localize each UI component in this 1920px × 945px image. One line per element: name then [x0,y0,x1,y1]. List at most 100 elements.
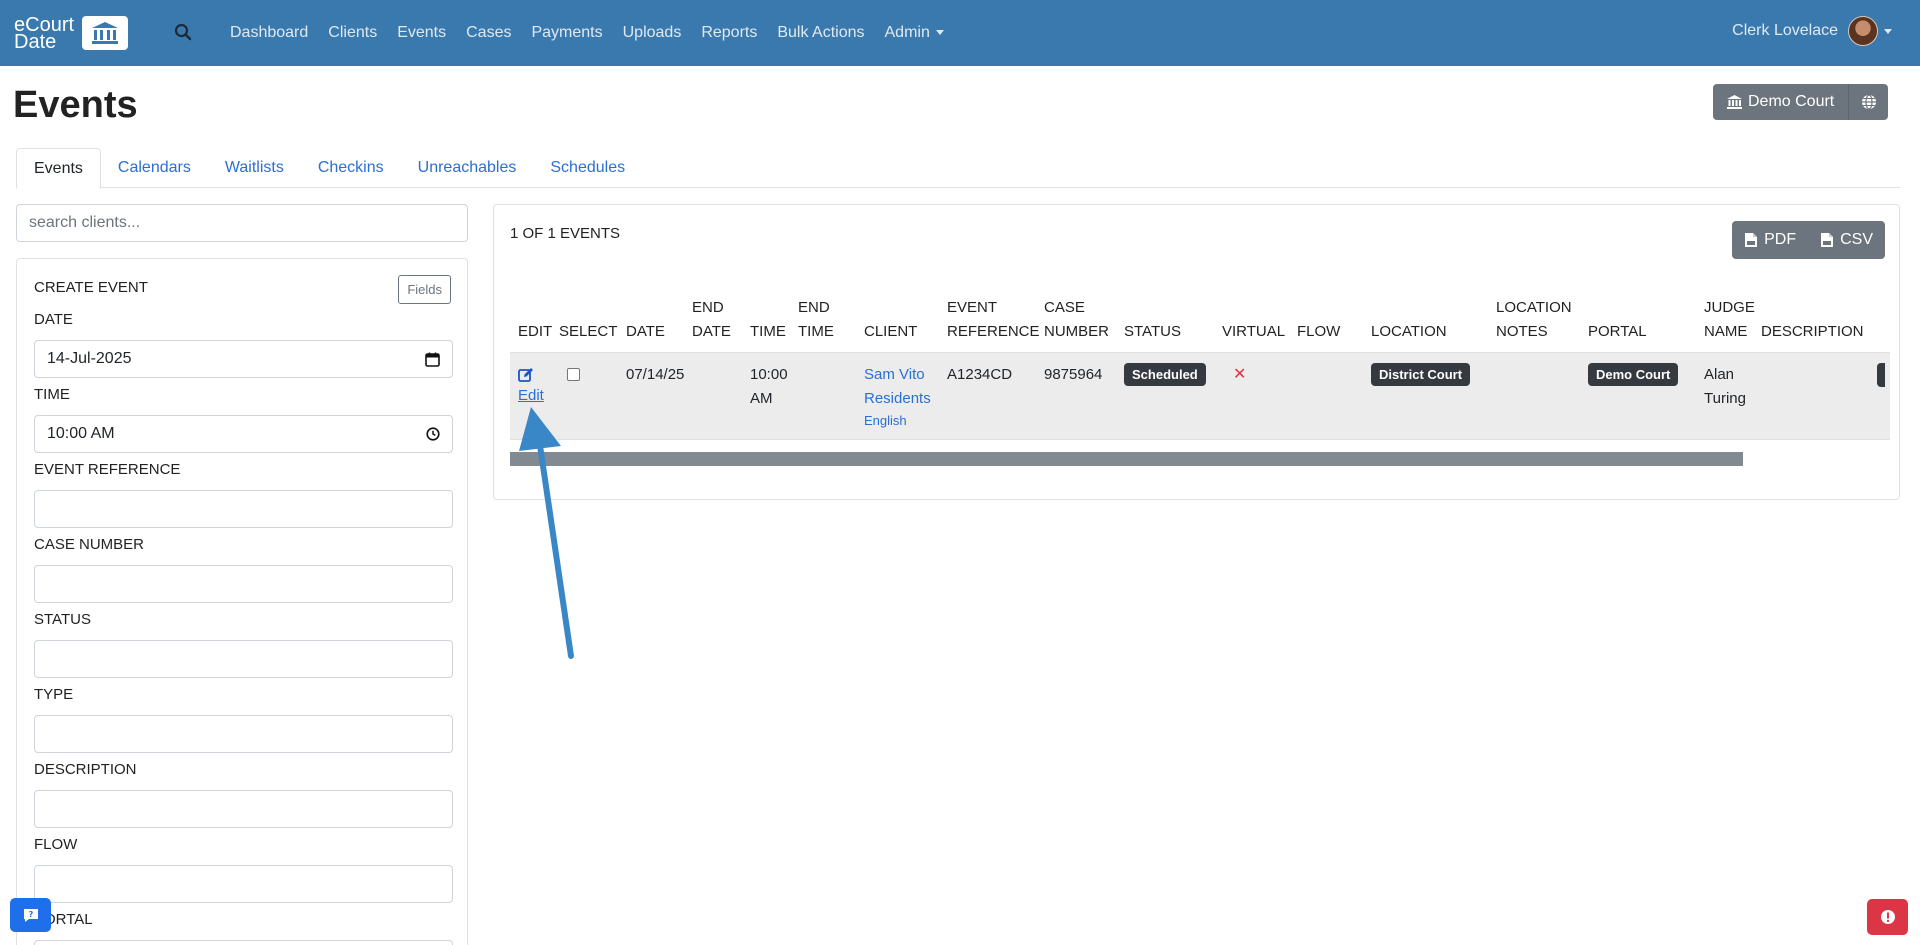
user-name: Clerk Lovelace [1732,22,1838,39]
tab-unreachables[interactable]: Unreachables [401,148,534,188]
search-clients-input[interactable] [16,204,468,242]
export-button-group: PDF CSV [1732,221,1885,259]
user-menu[interactable]: Clerk Lovelace [1732,16,1892,46]
event-reference-cell: A1234CD [947,366,1013,383]
col-end-time: END TIME [798,296,834,344]
brand-line2: Date [14,31,57,53]
export-csv-label: CSV [1840,231,1873,248]
nav-uploads[interactable]: Uploads [623,24,682,42]
col-event-reference: EVENT REFERENCE [947,296,1040,344]
avatar [1848,16,1878,46]
time-label: TIME [34,386,70,403]
case-number-cell: 9875964 [1044,366,1103,383]
nav-admin-dropdown[interactable]: Admin [885,24,944,42]
brand-logo[interactable]: eCourt Date [14,14,128,52]
status-label: STATUS [34,611,91,628]
case-number-label: CASE NUMBER [34,536,145,553]
time-cell: 10:00 AM [750,363,788,411]
col-event-reference-line1: EVENT [947,299,998,316]
col-portal: PORTAL [1588,323,1647,340]
edit-icon[interactable] [518,367,534,383]
date-input[interactable]: 14-Jul-2025 [34,340,453,378]
time-input[interactable]: 10:00 AM [34,415,453,453]
pdf-file-icon [1745,233,1758,247]
judge-name-line1: Alan [1704,366,1735,383]
col-judge-name: JUDGE NAME [1704,296,1755,344]
col-end-time-line2: TIME [798,323,834,340]
export-csv-button[interactable]: CSV [1808,221,1885,259]
nav-bulk-actions[interactable]: Bulk Actions [777,24,864,42]
tab-checkins[interactable]: Checkins [301,148,401,188]
col-end-time-line1: END [798,299,830,316]
col-time: TIME [750,323,786,340]
tab-schedules[interactable]: Schedules [533,148,642,188]
client-name-line2: Residents [864,390,931,407]
alert-icon [1880,910,1895,924]
event-reference-input[interactable] [34,490,453,528]
top-navbar: eCourt Date Dashboard Clients Events Cas… [0,0,1920,66]
tab-calendars[interactable]: Calendars [101,148,208,188]
nav-cases[interactable]: Cases [466,24,511,42]
col-date: DATE [626,323,665,340]
nav-clients[interactable]: Clients [328,24,377,42]
edit-cell: Edit [518,363,544,408]
client-language[interactable]: English [864,411,931,431]
table-header: EDIT SELECT DATE END DATE TIME END TIME CL… [510,289,1890,353]
location-cell: District Court [1371,363,1471,387]
portal-input[interactable] [34,940,453,945]
judge-name-cell: Alan Turing [1704,363,1746,411]
nav-events[interactable]: Events [397,24,446,42]
client-link[interactable]: Sam Vito Residents [864,363,931,411]
col-location-notes-line2: NOTES [1496,323,1548,340]
description-label: DESCRIPTION [34,761,137,778]
events-tabs: Events Calendars Waitlists Checkins Unre… [16,148,1900,189]
date-value: 14-Jul-2025 [47,350,132,367]
language-button[interactable] [1848,84,1889,120]
description-input[interactable] [34,790,453,828]
horizontal-scrollbar[interactable] [510,452,1743,466]
status-badge: Scheduled [1124,363,1206,386]
time-cell-line2: AM [750,390,773,407]
nav-reports[interactable]: Reports [701,24,757,42]
col-location-notes: LOCATION NOTES [1496,296,1572,344]
search-icon[interactable] [174,20,196,44]
create-event-card: CREATE EVENT Fields DATE 14-Jul-2025 TIM… [16,258,468,945]
event-reference-label: EVENT REFERENCE [34,461,181,478]
court-button-group: Demo Court [1713,84,1889,120]
feedback-chat-button[interactable]: ? [10,898,51,932]
col-description: DESCRIPTION [1761,323,1864,340]
error-alert-button[interactable] [1867,899,1908,935]
col-case-number: CASE NUMBER [1044,296,1109,344]
csv-file-icon [1821,233,1834,247]
virtual-cross-icon: ✕ [1233,366,1247,383]
export-pdf-button[interactable]: PDF [1732,221,1808,259]
clock-icon[interactable] [426,427,440,441]
nav-payments[interactable]: Payments [531,24,602,42]
flow-input[interactable] [34,865,453,903]
case-number-input[interactable] [34,565,453,603]
status-input[interactable] [34,640,453,678]
select-cell [567,363,580,381]
select-checkbox[interactable] [567,368,580,381]
demo-court-button[interactable]: Demo Court [1713,84,1849,120]
date-cell: 07/14/25 [626,366,685,383]
edit-link[interactable]: Edit [518,384,544,408]
table-row[interactable]: Edit 07/14/25 10:00 AM Sam Vito Residents … [510,353,1890,440]
col-end-date: END DATE [692,296,731,344]
portal-cell: Demo Court [1588,363,1679,387]
col-judge-name-line2: NAME [1704,323,1748,340]
main-nav: Dashboard Clients Events Cases Payments … [230,0,964,66]
col-status: STATUS [1124,323,1181,340]
globe-icon [1861,94,1876,110]
export-pdf-label: PDF [1764,231,1797,248]
col-client: CLIENT [864,323,918,340]
tab-waitlists[interactable]: Waitlists [208,148,301,188]
events-count: 1 OF 1 EVENTS [510,225,621,242]
tab-events[interactable]: Events [16,148,101,189]
chevron-down-icon [1884,28,1892,34]
col-case-number-line1: CASE [1044,299,1085,316]
nav-dashboard[interactable]: Dashboard [230,24,308,42]
fields-button[interactable]: Fields [398,275,451,304]
calendar-icon[interactable] [425,352,440,367]
type-input[interactable] [34,715,453,753]
